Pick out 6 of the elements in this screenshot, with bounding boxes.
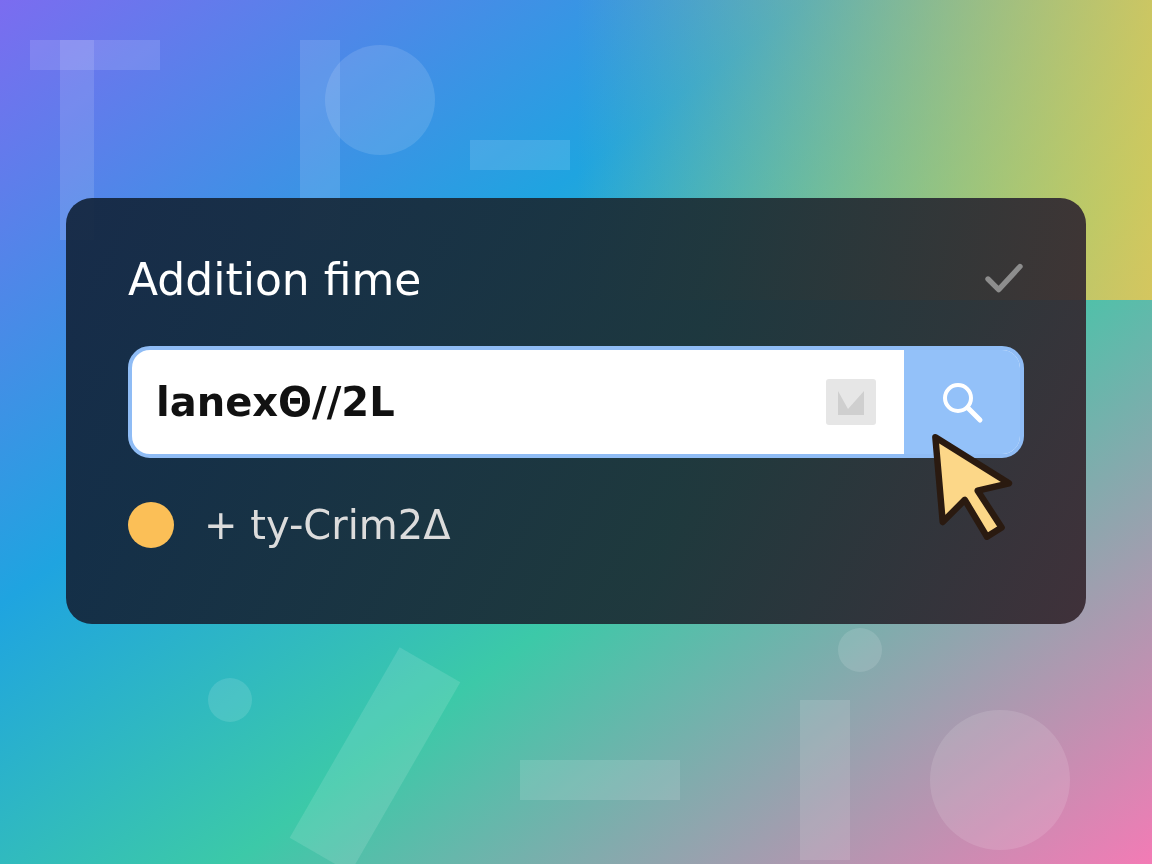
status-label: + ty-Crim2Δ	[204, 502, 451, 548]
search-field[interactable]: lanexΘ//2L	[128, 346, 1024, 458]
search-button[interactable]	[904, 350, 1020, 454]
checkmark-icon[interactable]	[984, 263, 1024, 295]
card-title: Addition fime	[128, 253, 422, 305]
image-icon	[826, 379, 876, 425]
